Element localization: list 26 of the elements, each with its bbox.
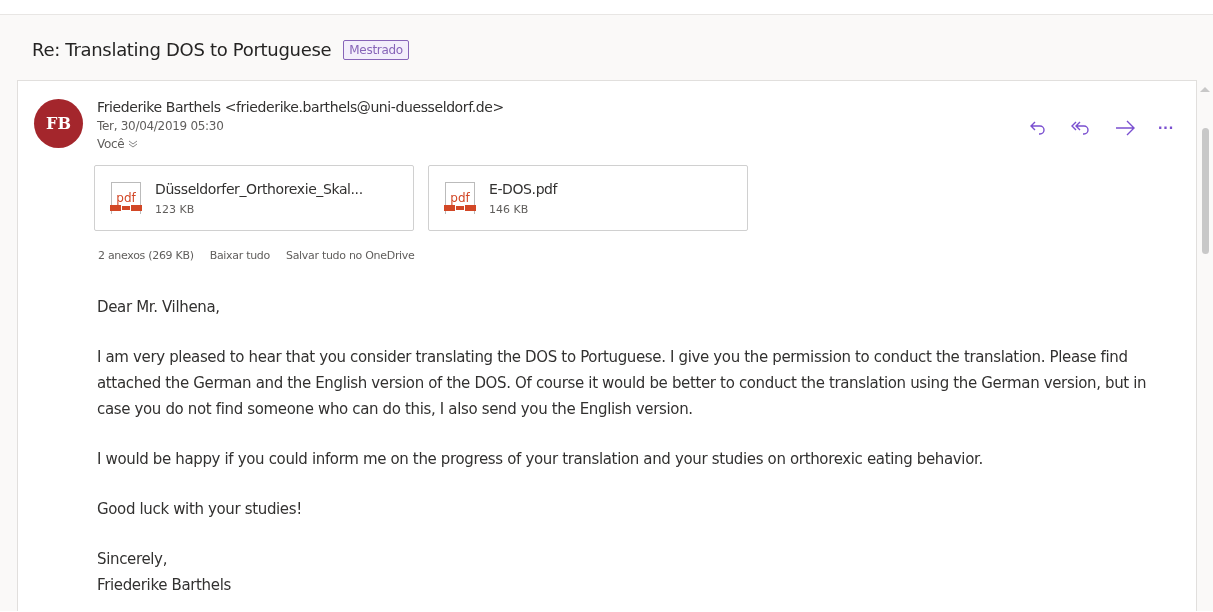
body-paragraph: I would be happy if you could inform me on the progress of your translation and your studies on orthorexic eating behavior. — [97, 449, 984, 470]
sender: Friederike Barthels <friederike.barthels@uni-duesseldorf.de> — [97, 99, 504, 115]
forward-icon — [1114, 118, 1136, 138]
attachment-card[interactable]: pdf E-DOS.pdf 146 KB — [428, 165, 748, 231]
pdf-icon: pdf — [111, 182, 141, 214]
attachment-link[interactable]: Salvar tudo no OneDrive — [285, 249, 415, 262]
date: Ter, 30/04/2019 05:30 — [97, 119, 225, 133]
scrollbar-thumb[interactable] — [1201, 128, 1209, 254]
body-paragraph: Sincerely, Friederike Barthels — [97, 549, 232, 596]
pdf-icon: pdf — [445, 182, 475, 214]
category-tag[interactable]: Mestrado — [343, 39, 409, 60]
body-paragraph: Good luck with your studies! — [97, 499, 303, 520]
body-paragraph: Dear Mr. Vilhena, — [97, 297, 221, 318]
attachment-card[interactable]: pdf Düsseldorfer_Orthorexie_Skal... 123 KB — [94, 165, 414, 231]
expand-icon[interactable] — [128, 139, 139, 149]
attachment-link[interactable]: Baixar tudo — [209, 249, 270, 262]
more-button[interactable]: ··· — [1154, 105, 1178, 151]
attachment-summary: 2 anexos (269 KB) — [98, 249, 194, 262]
attachment-size: 123 KB — [155, 202, 196, 216]
attachment-name: E-DOS.pdf — [489, 180, 558, 197]
recipient: Você — [97, 137, 125, 151]
avatar: FB — [34, 99, 83, 148]
attachment-name: Düsseldorfer_Orthorexie_Skal... — [155, 180, 363, 197]
email-subject: Re: Translating DOS to Portuguese — [32, 39, 332, 60]
attachment-size: 146 KB — [489, 202, 530, 216]
body-paragraph: I am very pleased to hear that you consider translating the DOS to Portuguese. I give you the permission to conduct the translation. Please find attached the German and the English version of the DOS. Of course it would be better to conduct the translation using the German version, but in case you do not find someone who can do this, I also send you the English version. — [97, 347, 1148, 420]
